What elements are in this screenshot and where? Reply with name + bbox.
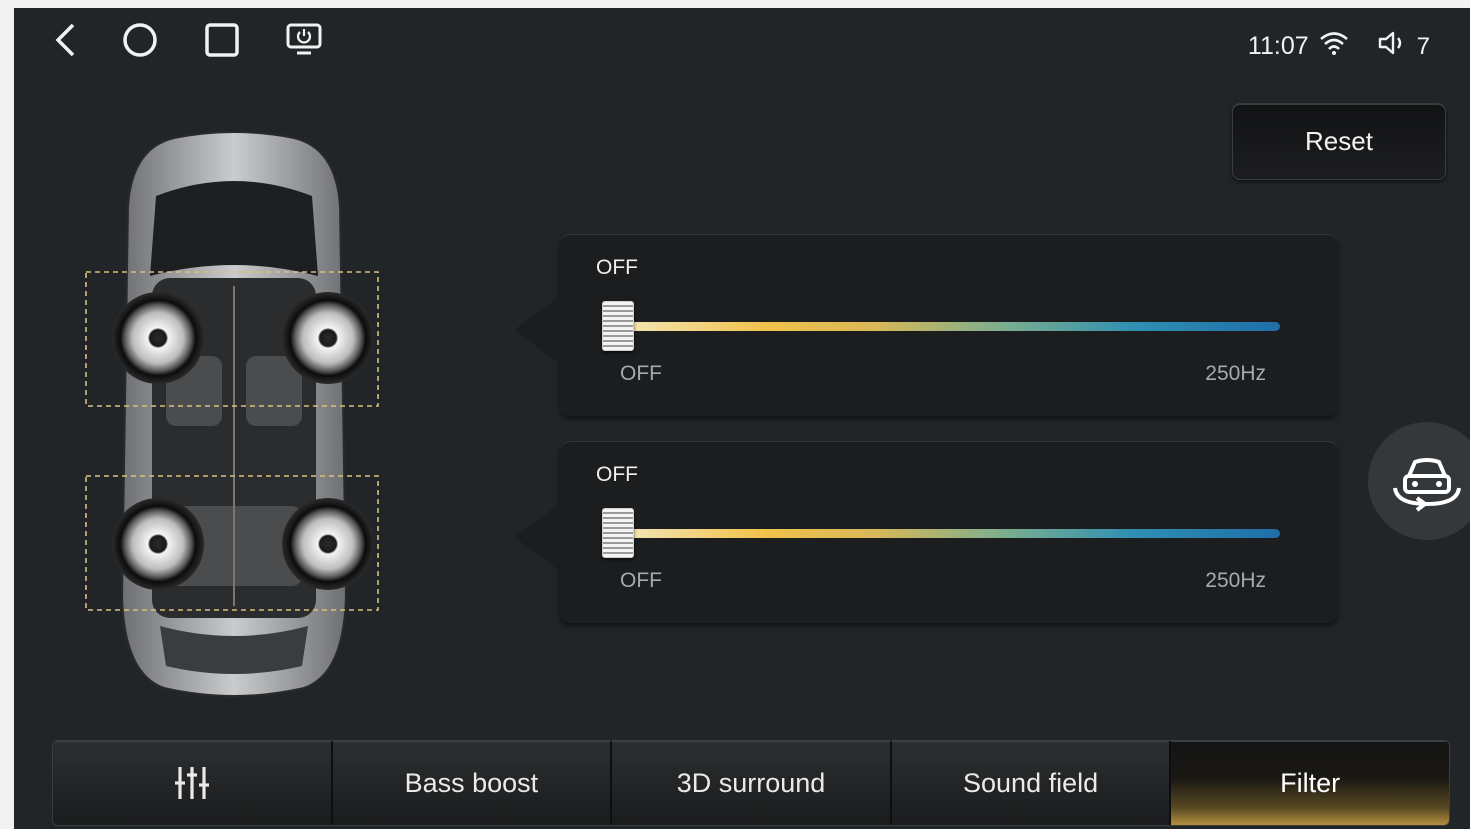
filter-value: OFF	[596, 256, 638, 279]
filter-panel-front: OFF OFF 250Hz	[514, 234, 1338, 416]
filter-value: OFF	[596, 463, 638, 486]
tab-bass-boost[interactable]: Bass boost	[332, 741, 613, 825]
slider-min-label: OFF	[620, 569, 662, 592]
filter-slider-track[interactable]	[622, 322, 1280, 331]
screen-power-icon[interactable]	[284, 22, 324, 58]
car-speaker-diagram	[74, 126, 394, 706]
recents-icon[interactable]	[202, 22, 242, 58]
tab-3d-surround[interactable]: 3D surround	[612, 741, 892, 825]
home-icon[interactable]	[120, 22, 160, 58]
car-rotate-icon	[1393, 458, 1461, 512]
audio-tab-bar: Bass boost 3D surround Sound field Filte…	[52, 740, 1450, 826]
panel-pointer	[514, 296, 560, 364]
filter-slider-thumb[interactable]	[602, 301, 634, 351]
slider-max-label: 250Hz	[1205, 569, 1266, 592]
filter-slider-thumb[interactable]	[602, 508, 634, 558]
panel-pointer	[514, 503, 560, 571]
slider-min-label: OFF	[620, 362, 662, 385]
reset-button[interactable]: Reset	[1232, 103, 1446, 180]
tab-sound-field[interactable]: Sound field	[891, 741, 1172, 825]
back-icon[interactable]	[46, 22, 86, 58]
status-area: 11:07 7	[1248, 30, 1430, 63]
volume-level: 7	[1416, 32, 1430, 60]
filter-slider-track[interactable]	[622, 529, 1280, 538]
clock: 11:07	[1247, 32, 1309, 60]
slider-max-label: 250Hz	[1205, 362, 1266, 385]
equalizer-icon	[174, 767, 209, 799]
wifi-icon	[1319, 30, 1349, 63]
tab-filter[interactable]: Filter	[1171, 741, 1449, 825]
tab-equalizer[interactable]	[53, 741, 333, 825]
screen: 11:07 7 Reset OFF OFF 250Hz OFF OFF 250H…	[14, 8, 1470, 829]
filter-panel-rear: OFF OFF 250Hz	[514, 441, 1338, 623]
volume-icon[interactable]	[1377, 30, 1407, 63]
car-rotate-view-button[interactable]	[1368, 422, 1470, 540]
